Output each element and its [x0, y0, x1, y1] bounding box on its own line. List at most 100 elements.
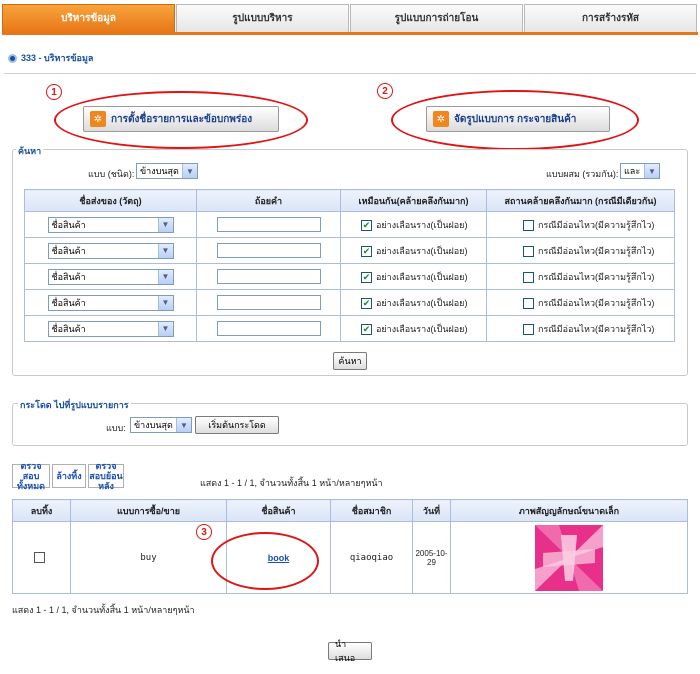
tab-underline: [2, 32, 698, 35]
search-button[interactable]: ค้นหา: [333, 352, 367, 370]
similar-checkbox[interactable]: ✔: [361, 219, 372, 231]
delete-cell: [12, 521, 71, 594]
exact-cell: กรณีมีอ่อนไหว(มีความรู้สึกไว): [486, 237, 675, 264]
keyword-input[interactable]: [216, 321, 321, 336]
search-row: ชื่อสินค้า ▼ ✔ อย่างเลือนราง(เป็นฝอย) กรณีมี…: [24, 289, 675, 316]
tab-data-management[interactable]: บริหารข้อมูล: [2, 4, 175, 32]
exact-checkbox[interactable]: [523, 271, 534, 283]
jump-start-button[interactable]: เริ่มต้นกระโดด: [195, 416, 279, 434]
similar-label: อย่างเลือนราง(เป็นฝอย): [376, 219, 468, 230]
exact-checkbox[interactable]: [523, 245, 534, 257]
col-product: ชื่อสินค้า: [226, 499, 331, 522]
field-value: ชื่อสินค้า: [51, 219, 86, 230]
results-table: ลบทิ้ง แบบการซื้อ/ขาย ชื่อสินค้า ชื่อสมา…: [12, 499, 688, 594]
field-select[interactable]: ชื่อสินค้า ▼: [47, 294, 174, 311]
exact-cell: กรณีมีอ่อนไหว(มีความรู้สึกไว): [486, 263, 675, 290]
field-select[interactable]: ชื่อสินค้า ▼: [47, 216, 174, 233]
field-select[interactable]: ชื่อสินค้า ▼: [47, 320, 174, 337]
annotation-marker-2: 2: [377, 83, 393, 99]
table-row: buy book qiaoqiao 2005-10-29: [12, 521, 688, 594]
field-value: ชื่อสินค้า: [51, 245, 86, 256]
col-date: วันที่: [412, 499, 451, 522]
col-trade-type: แบบการซื้อ/ขาย: [70, 499, 227, 522]
search-row: ชื่อสินค้า ▼ ✔ อย่างเลือนราง(เป็นฝอย) กรณีมี…: [24, 237, 675, 264]
field-cell: ชื่อสินค้า ▼: [24, 211, 197, 238]
similar-checkbox[interactable]: ✔: [361, 245, 372, 257]
exact-checkbox[interactable]: [523, 219, 534, 231]
exact-label: กรณีมีอ่อนไหว(มีความรู้สึกไว): [538, 323, 655, 334]
similar-cell: ✔ อย่างเลือนราง(เป็นฝอย): [340, 315, 487, 342]
col-keyword: ถ้อยคำ: [196, 189, 341, 212]
similar-cell: ✔ อย่างเลือนราง(เป็นฝอย): [340, 263, 487, 290]
keyword-cell: [196, 237, 341, 264]
delete-checkbox[interactable]: [34, 552, 45, 564]
exact-label: กรณีมีอ่อนไหว(มีความรู้สึกไว): [538, 297, 655, 308]
paging-info-bottom: แสดง 1 - 1 / 1, จำนวนทั้งสิ้น 1 หน้า/หลา…: [12, 605, 195, 615]
keyword-input[interactable]: [216, 269, 321, 284]
jump-mode-label: แบบ:: [106, 423, 126, 433]
jump-mode-value: ข้างบนสุด: [134, 420, 173, 430]
field-cell: ชื่อสินค้า ▼: [24, 263, 197, 290]
list-settings-button[interactable]: ✲ การตั้งชื่อรายการและข้อบกพร่อง: [83, 106, 279, 132]
clear-link[interactable]: ล้างทิ้ง: [52, 464, 86, 488]
exact-label: กรณีมีอ่อนไหว(มีความรู้สึกไว): [538, 219, 655, 230]
field-select[interactable]: ชื่อสินค้า ▼: [47, 268, 174, 285]
exact-cell: กรณีมีอ่อนไหว(มีความรู้สึกไว): [486, 315, 675, 342]
field-value: ชื่อสินค้า: [51, 323, 86, 334]
search-criteria-table: ชื่อส่งของ (วัตถุ) ถ้อยคำ เหมือนกัน(คล้า…: [24, 189, 675, 342]
keyword-input[interactable]: [216, 243, 321, 258]
similar-cell: ✔ อย่างเลือนราง(เป็นฝอย): [340, 211, 487, 238]
gear-icon: ✲: [90, 111, 106, 127]
field-value: ชื่อสินค้า: [51, 271, 86, 282]
similar-checkbox[interactable]: ✔: [361, 323, 372, 335]
main-tabs: บริหารข้อมูล รูปแบบบริหาร รูปแบบการถ่ายโ…: [2, 4, 698, 32]
thumbnail-cell: [450, 521, 688, 594]
search-mode-select[interactable]: ข้างบนสุด ▼: [136, 163, 198, 179]
similar-label: อย่างเลือนราง(เป็นฝอย): [376, 245, 468, 256]
date-cell: 2005-10-29: [412, 521, 451, 594]
search-row: ชื่อสินค้า ▼ ✔ อย่างเลือนราง(เป็นฝอย) กรณีมี…: [24, 263, 675, 290]
similar-label: อย่างเลือนราง(เป็นฝอย): [376, 271, 468, 282]
breadcrumb: 333 - บริหารข้อมูล: [8, 51, 93, 65]
tab-code-creation[interactable]: การสร้างรหัส: [524, 4, 697, 32]
similar-checkbox[interactable]: ✔: [361, 271, 372, 283]
similar-checkbox[interactable]: ✔: [361, 297, 372, 309]
chevron-down-icon: ▼: [157, 217, 173, 232]
annotation-ellipse-3: [211, 532, 319, 590]
gear-icon: ✲: [433, 111, 449, 127]
jump-mode-select[interactable]: ข้างบนสุด ▼: [130, 417, 192, 433]
chevron-down-icon: ▼: [157, 243, 173, 258]
search-legend: ค้นหา: [16, 144, 44, 158]
exact-cell: กรณีมีอ่อนไหว(มีความรู้สึกไว): [486, 211, 675, 238]
exact-checkbox[interactable]: [523, 297, 534, 309]
field-cell: ชื่อสินค้า ▼: [24, 237, 197, 264]
product-thumbnail[interactable]: [535, 524, 603, 591]
annotation-marker-3: 3: [196, 524, 212, 540]
combine-value: และ: [624, 166, 641, 176]
combine-label: แบบผสม (รวมกัน):: [546, 169, 619, 179]
keyword-input[interactable]: [216, 295, 321, 310]
distribution-format-button[interactable]: ✲ จัดรูปแบบการ กระจายสินค้า: [426, 106, 610, 132]
submit-button[interactable]: นำเสนอ: [328, 639, 372, 663]
tab-transfer-format[interactable]: รูปแบบการถ่ายโอน: [350, 4, 523, 32]
divider: [4, 73, 696, 74]
keyword-cell: [196, 315, 341, 342]
similar-cell: ✔ อย่างเลือนราง(เป็นฝอย): [340, 289, 487, 316]
distribution-format-label: จัดรูปแบบการ กระจายสินค้า: [454, 113, 577, 125]
field-cell: ชื่อสินค้า ▼: [24, 289, 197, 316]
field-cell: ชื่อสินค้า ▼: [24, 315, 197, 342]
keyword-input[interactable]: [216, 217, 321, 232]
field-select[interactable]: ชื่อสินค้า ▼: [47, 242, 174, 259]
check-reverse-link[interactable]: ตรวจสอบย้อนหลัง: [88, 461, 124, 491]
breadcrumb-text: 333 - บริหารข้อมูล: [21, 53, 94, 63]
chevron-down-icon: ▼: [157, 295, 173, 310]
combine-select[interactable]: และ ▼: [620, 163, 660, 179]
exact-checkbox[interactable]: [523, 323, 534, 335]
search-mode-label: แบบ (ชนิด):: [88, 169, 135, 179]
list-settings-label: การตั้งชื่อรายการและข้อบกพร่อง: [111, 113, 253, 125]
keyword-cell: [196, 289, 341, 316]
jump-legend: กระโดด ไปที่รูปแบบรายการ: [18, 398, 131, 412]
similar-label: อย่างเลือนราง(เป็นฝอย): [376, 297, 468, 308]
tab-management-format[interactable]: รูปแบบบริหาร: [176, 4, 349, 32]
check-all-link[interactable]: ตรวจสอบทั้งหมด: [12, 461, 50, 491]
